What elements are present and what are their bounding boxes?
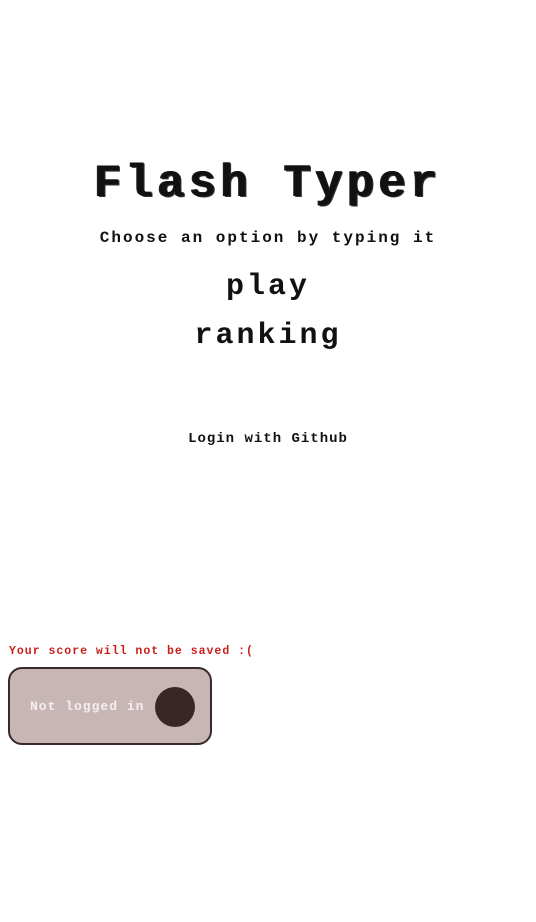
avatar-placeholder-icon [155, 687, 195, 727]
user-status-card: Not logged in [8, 667, 212, 745]
menu-option-play[interactable]: play [0, 270, 536, 304]
login-github-link[interactable]: Login with Github [0, 431, 536, 447]
user-status-text: Not logged in [30, 699, 145, 714]
instruction-text: Choose an option by typing it [99, 229, 437, 247]
score-warning: Your score will not be saved :( [9, 645, 254, 658]
app-title: Flash Typer [94, 158, 442, 210]
menu-option-ranking[interactable]: ranking [0, 319, 536, 353]
